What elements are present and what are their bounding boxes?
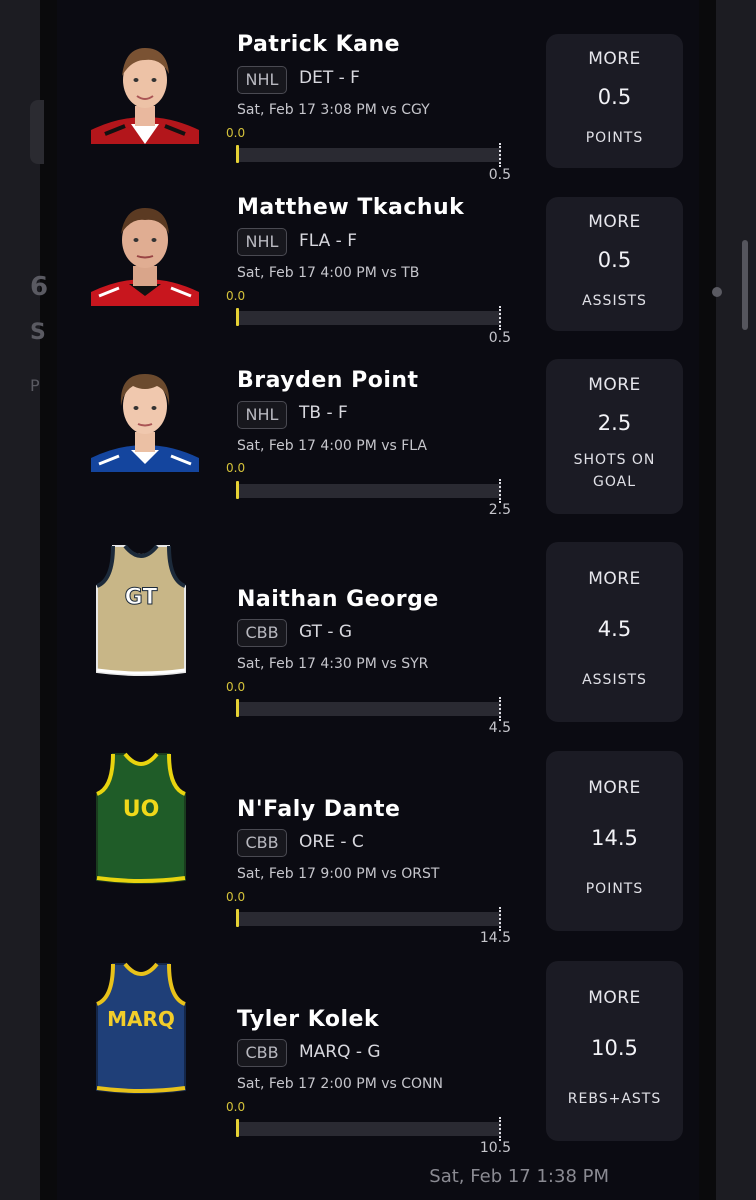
- team-position: FLA - F: [299, 231, 357, 251]
- jersey-text: GT: [125, 585, 158, 610]
- projection-value: 10.5: [591, 1036, 638, 1060]
- game-info: Sat, Feb 17 9:00 PM vs ORST: [237, 866, 440, 882]
- projection-value: 0.5: [597, 248, 632, 272]
- pick-card: UO N'Faly Dante CBB ORE - C Sat, Feb 17 …: [57, 740, 699, 950]
- projection-value: 2.5: [597, 411, 632, 435]
- player-name: Matthew Tkachuk: [237, 195, 465, 220]
- background-text: P: [30, 376, 40, 395]
- stat-type: ASSISTS: [582, 672, 647, 688]
- jersey-icon: MARQ: [96, 962, 186, 1094]
- line-value-label: 14.5: [479, 930, 511, 946]
- player-name: Brayden Point: [237, 368, 419, 393]
- more-button[interactable]: MORE 10.5 REBS+ASTS: [546, 961, 683, 1141]
- line-value-label: 4.5: [488, 720, 511, 736]
- league-badge: NHL: [237, 228, 287, 256]
- background-panel-right: [716, 0, 756, 1200]
- line-value-label: 10.5: [479, 1140, 511, 1156]
- pick-card: Matthew Tkachuk NHL FLA - F Sat, Feb 17 …: [57, 180, 699, 350]
- pick-card: Patrick Kane NHL DET - F Sat, Feb 17 3:0…: [57, 0, 699, 183]
- progress-bar: [239, 912, 501, 926]
- picks-sheet: Patrick Kane NHL DET - F Sat, Feb 17 3:0…: [57, 0, 699, 1200]
- scrollbar[interactable]: [742, 240, 748, 330]
- more-label: MORE: [588, 375, 641, 395]
- background-text: 6: [30, 272, 49, 302]
- game-info: Sat, Feb 17 4:30 PM vs SYR: [237, 656, 429, 672]
- progress-start-label: 0.0: [226, 680, 246, 694]
- player-name: Naithan George: [237, 587, 439, 612]
- pick-card: Brayden Point NHL TB - F Sat, Feb 17 4:0…: [57, 350, 699, 530]
- stat-type: GOAL: [593, 474, 636, 490]
- line-marker: [499, 306, 501, 330]
- more-label: MORE: [588, 569, 641, 589]
- stat-type: POINTS: [585, 130, 644, 146]
- background-dot: [712, 287, 722, 297]
- projection-value: 4.5: [597, 617, 632, 641]
- more-button[interactable]: MORE 0.5 ASSISTS: [546, 197, 683, 331]
- player-name: Patrick Kane: [237, 32, 401, 57]
- game-info: Sat, Feb 17 2:00 PM vs CONN: [237, 1076, 443, 1092]
- jersey-text: UO: [123, 797, 160, 822]
- progress-start-label: 0.0: [226, 890, 246, 904]
- stat-type: REBS+ASTS: [567, 1091, 662, 1107]
- progress-bar: [239, 1122, 501, 1136]
- team-position: ORE - C: [299, 832, 364, 852]
- more-button[interactable]: MORE 2.5 SHOTS ON GOAL: [546, 359, 683, 514]
- more-label: MORE: [588, 49, 641, 69]
- progress-start-label: 0.0: [226, 126, 246, 140]
- pick-card: MARQ Tyler Kolek CBB MARQ - G Sat, Feb 1…: [57, 950, 699, 1160]
- background-panel-left: [0, 0, 40, 1200]
- league-badge: NHL: [237, 66, 287, 94]
- league-badge: NHL: [237, 401, 287, 429]
- stat-type: SHOTS ON: [573, 452, 656, 468]
- projection-value: 0.5: [597, 85, 632, 109]
- player-headshot-icon: [91, 48, 199, 144]
- background-card: [30, 100, 44, 164]
- jersey-text: MARQ: [107, 1007, 175, 1031]
- game-info: Sat, Feb 17 4:00 PM vs TB: [237, 265, 420, 281]
- line-marker: [499, 479, 501, 503]
- more-label: MORE: [588, 988, 641, 1008]
- player-headshot-icon: [91, 374, 199, 472]
- line-marker: [499, 1117, 501, 1141]
- progress-start-label: 0.0: [226, 289, 246, 303]
- league-badge: CBB: [237, 619, 287, 647]
- team-position: TB - F: [299, 403, 348, 423]
- line-marker: [499, 143, 501, 167]
- more-button[interactable]: MORE 4.5 ASSISTS: [546, 542, 683, 722]
- line-value-label: 2.5: [488, 502, 511, 518]
- background-text: S: [30, 320, 46, 345]
- more-button[interactable]: MORE 0.5 POINTS: [546, 34, 683, 168]
- jersey-icon: GT: [96, 544, 186, 676]
- more-label: MORE: [588, 778, 641, 798]
- progress-bar: [239, 484, 501, 498]
- line-marker: [499, 907, 501, 931]
- team-position: DET - F: [299, 68, 360, 88]
- progress-bar: [239, 311, 501, 325]
- progress-bar: [239, 148, 501, 162]
- stat-type: POINTS: [585, 881, 644, 897]
- progress-bar: [239, 702, 501, 716]
- player-headshot-icon: [91, 208, 199, 306]
- stat-type: ASSISTS: [582, 293, 647, 309]
- line-marker: [499, 697, 501, 721]
- team-position: GT - G: [299, 622, 353, 642]
- more-button[interactable]: MORE 14.5 POINTS: [546, 751, 683, 931]
- player-name: Tyler Kolek: [237, 1007, 380, 1032]
- jersey-icon: UO: [96, 752, 186, 884]
- game-info: Sat, Feb 17 3:08 PM vs CGY: [237, 102, 430, 118]
- game-info: Sat, Feb 17 4:00 PM vs FLA: [237, 438, 427, 454]
- timestamp: Sat, Feb 17 1:38 PM: [429, 1166, 609, 1187]
- line-value-label: 0.5: [488, 330, 511, 346]
- projection-value: 14.5: [591, 826, 638, 850]
- league-badge: CBB: [237, 829, 287, 857]
- progress-start-label: 0.0: [226, 1100, 246, 1114]
- pick-card: GT Naithan George CBB GT - G Sat, Feb 17…: [57, 530, 699, 740]
- progress-start-label: 0.0: [226, 461, 246, 475]
- more-label: MORE: [588, 212, 641, 232]
- league-badge: CBB: [237, 1039, 287, 1067]
- player-name: N'Faly Dante: [237, 797, 401, 822]
- team-position: MARQ - G: [299, 1042, 381, 1062]
